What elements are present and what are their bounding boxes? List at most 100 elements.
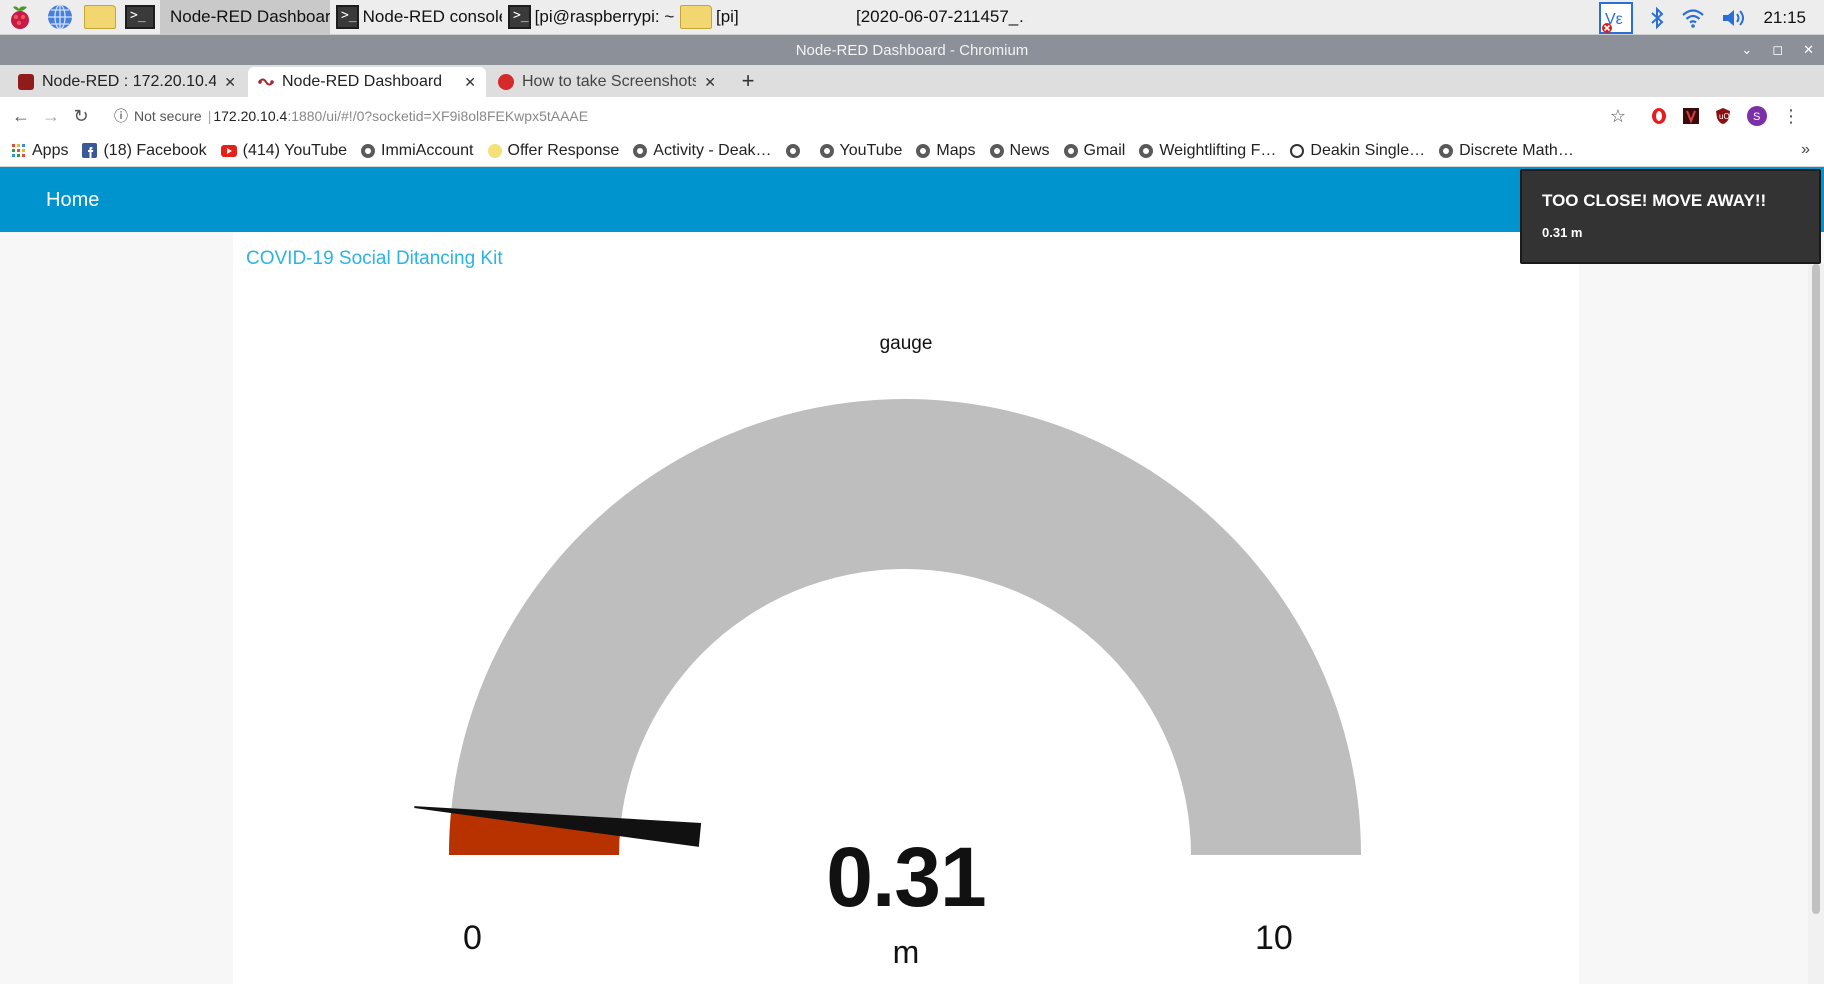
gauge-track [449, 399, 1361, 855]
task-terminal-pi[interactable]: >_ [pi@raspberrypi: ~] [502, 0, 674, 35]
task-image-viewer[interactable]: [2020-06-07-211457_… [846, 0, 1026, 35]
terminal-launcher-icon[interactable]: >_ [120, 0, 160, 35]
globe-icon [989, 143, 1004, 158]
globe-icon [1139, 143, 1154, 158]
task-label: [pi@raspberrypi: ~] [534, 7, 674, 26]
bookmark-label: Deakin Single… [1310, 141, 1426, 159]
bookmark-apps[interactable]: Apps [12, 142, 68, 160]
page-title: Home [46, 189, 100, 211]
close-window-icon[interactable]: ✕ [1803, 42, 1814, 58]
facebook-icon [82, 143, 98, 158]
bookmark-untitled[interactable] [785, 143, 806, 158]
gauge-units: m [892, 934, 920, 970]
bookmark-label: ImmiAccount [381, 141, 474, 159]
task-label: [pi] [716, 7, 739, 26]
deakin-icon [1290, 143, 1305, 158]
info-icon[interactable]: ⓘ [114, 106, 128, 126]
clock[interactable]: 21:15 [1763, 8, 1806, 28]
tab-node-red-dashboard[interactable]: Node-RED Dashboard ✕ [248, 67, 486, 97]
file-manager-launcher-icon[interactable] [80, 0, 120, 35]
bookmark-discrete-math[interactable]: Discrete Math… [1439, 142, 1574, 160]
page-scrollbar[interactable] [1808, 264, 1824, 984]
globe-icon [916, 143, 931, 158]
bookmark-maps[interactable]: Maps [916, 141, 976, 160]
close-tab-icon[interactable]: ✕ [704, 74, 716, 91]
raspberry-menu-icon[interactable] [0, 0, 40, 35]
bookmark-immiaccount[interactable]: ImmiAccount [361, 141, 474, 160]
bookmark-offer-response[interactable]: Offer Response [487, 142, 619, 160]
tab-strip: Node-RED : 172.20.10.4 ✕ Node-RED Dashbo… [0, 65, 1824, 97]
page-content: Home COVID-19 Social Ditancing Kit gauge… [0, 167, 1824, 984]
minimize-icon[interactable]: ⌄ [1741, 42, 1752, 58]
back-arrow-icon[interactable]: ← [6, 101, 36, 131]
close-tab-icon[interactable]: ✕ [224, 74, 236, 91]
profile-avatar-icon[interactable]: S [1746, 105, 1768, 127]
bookmark-facebook[interactable]: (18) Facebook [82, 142, 207, 160]
new-tab-button[interactable]: + [734, 67, 762, 95]
bookmark-label: Discrete Math… [1459, 141, 1574, 159]
address-bar[interactable]: ⓘ Not secure | 172.20.10.4:1880/ui/#!/0?… [106, 101, 1636, 131]
bookmark-star-icon[interactable]: ☆ [1610, 106, 1626, 127]
task-chromium[interactable]: Node-RED Dashboar… [160, 0, 330, 35]
folder-icon [680, 5, 712, 29]
taskbar: >_ Node-RED Dashboar… >_ Node-RED consol… [0, 0, 1824, 35]
bookmark-label: Apps [32, 141, 69, 159]
globe-icon [785, 143, 800, 158]
wifi-icon[interactable] [1681, 7, 1705, 29]
maximize-icon[interactable]: ◻ [1772, 42, 1783, 58]
bookmarks-overflow-icon[interactable]: » [1801, 141, 1810, 159]
svg-text:uO: uO [1719, 112, 1730, 121]
terminal-icon: >_ [336, 5, 359, 29]
tab-title: Node-RED Dashboard [282, 73, 443, 90]
window-titlebar: Node-RED Dashboard - Chromium ⌄ ◻ ✕ [0, 35, 1824, 65]
task-file-manager-pi[interactable]: [pi] [674, 0, 846, 35]
gauge-max-label: 10 [1255, 919, 1293, 957]
tab-screenshots-article[interactable]: How to take Screenshots ✕ [488, 67, 726, 97]
bookmarks-bar: Apps (18) Facebook (414) YouTube ImmiAcc… [0, 135, 1824, 167]
node-red-favicon-icon [258, 78, 274, 86]
scrollbar-thumb[interactable] [1812, 264, 1820, 914]
url-path: :1880/ui/#!/0?socketid=XF9i8ol8FEKwpx5tA… [287, 108, 589, 124]
menu-kebab-icon[interactable]: ⋮ [1782, 106, 1800, 127]
tab-node-red-editor[interactable]: Node-RED : 172.20.10.4 ✕ [8, 67, 246, 97]
bookmark-deakin-single[interactable]: Deakin Single… [1290, 142, 1425, 160]
bookmark-gmail[interactable]: Gmail [1063, 142, 1125, 160]
bluetooth-icon[interactable] [1649, 6, 1665, 30]
volume-icon[interactable] [1721, 7, 1747, 29]
tab-title: How to take Screenshots [522, 73, 697, 90]
bookmark-label: Maps [936, 141, 976, 159]
gauge-min-label: 0 [463, 919, 482, 957]
globe-icon [633, 143, 648, 158]
forward-arrow-icon[interactable]: → [36, 101, 66, 131]
globe-icon [1063, 143, 1078, 158]
opera-extension-icon[interactable] [1650, 107, 1668, 125]
separator: | [207, 108, 212, 124]
dashboard-group-card: COVID-19 Social Ditancing Kit gauge 0.31… [233, 232, 1579, 984]
youtube-icon [220, 144, 237, 157]
bookmark-weightlifting[interactable]: Weightlifting F… [1139, 142, 1276, 160]
bookmark-youtube-414[interactable]: (414) YouTube [220, 141, 348, 160]
vnc-icon[interactable]: Vε [1599, 1, 1634, 34]
dark-reader-extension-icon[interactable] [1682, 107, 1700, 125]
web-browser-launcher-icon[interactable] [40, 0, 80, 35]
bookmark-label: (414) YouTube [242, 141, 348, 159]
task-label: Node-RED Dashboar… [170, 7, 330, 26]
system-tray: Vε 21:15 [1599, 0, 1824, 35]
task-node-red-console[interactable]: >_ Node-RED console [330, 0, 502, 35]
star-bookmark-icon [487, 143, 502, 158]
task-label: [2020-06-07-211457_… [856, 7, 1026, 26]
toast-title: TOO CLOSE! MOVE AWAY!! [1542, 191, 1767, 210]
bookmark-youtube[interactable]: YouTube [819, 141, 903, 160]
terminal-icon: >_ [508, 5, 531, 29]
notification-toast[interactable]: TOO CLOSE! MOVE AWAY!! 0.31 m [1520, 169, 1821, 264]
bookmark-label: News [1009, 141, 1050, 159]
bookmark-activity-deakin[interactable]: Activity - Deak… [633, 142, 772, 160]
bookmark-news[interactable]: News [989, 141, 1050, 160]
close-tab-icon[interactable]: ✕ [464, 74, 476, 91]
node-red-favicon-icon [18, 74, 34, 90]
ublock-extension-icon[interactable]: uO [1714, 107, 1732, 125]
reload-icon[interactable]: ↻ [66, 101, 96, 131]
browser-toolbar: ← → ↻ ⓘ Not secure | 172.20.10.4:1880/ui… [0, 97, 1824, 135]
tab-title: Node-RED : 172.20.10.4 [42, 73, 217, 90]
bookmark-label: YouTube [839, 141, 903, 159]
